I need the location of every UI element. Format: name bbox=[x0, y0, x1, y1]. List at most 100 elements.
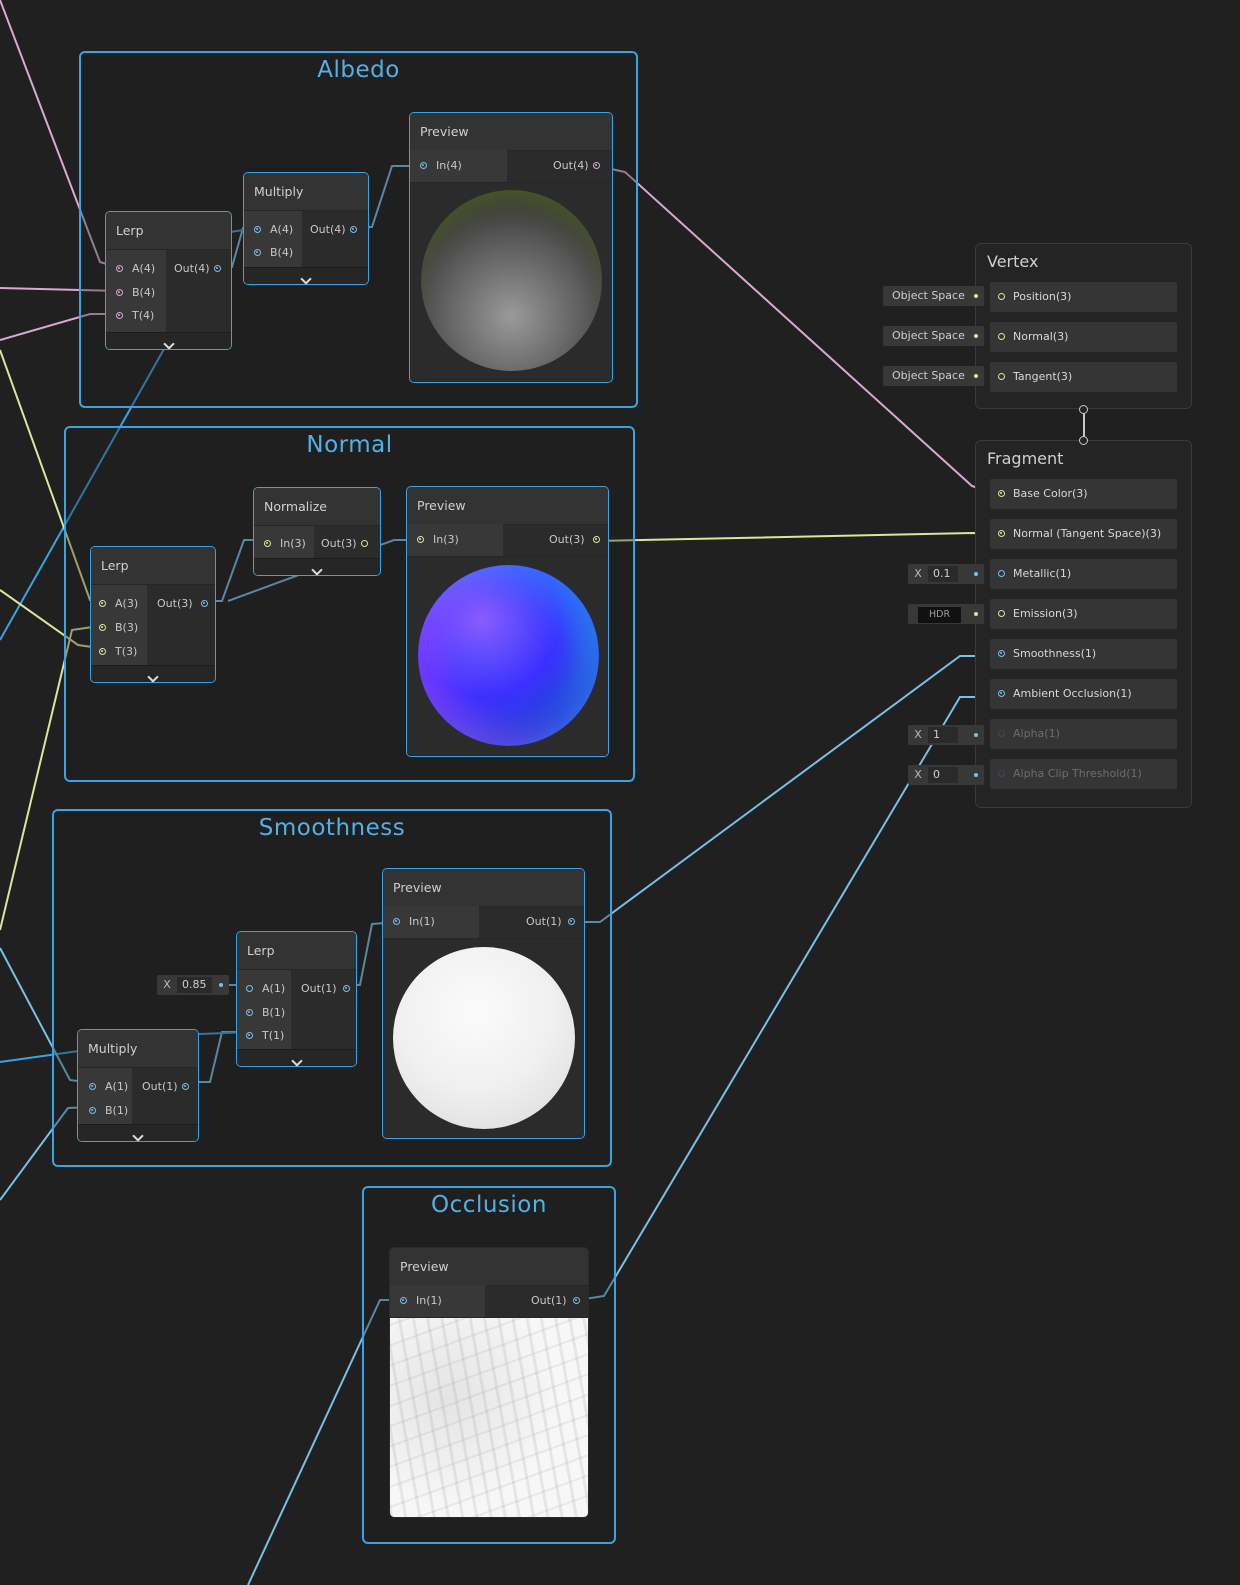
port-a[interactable]: A(3) bbox=[99, 597, 138, 611]
port-out[interactable]: Out(1) bbox=[142, 1080, 189, 1094]
port-in[interactable]: In(4) bbox=[420, 159, 462, 173]
node-title: Multiply bbox=[78, 1030, 198, 1068]
group-title-normal: Normal bbox=[306, 432, 393, 458]
albedo-preview-node[interactable]: Preview In(4) Out(4) bbox=[409, 112, 613, 383]
normal-lerp-node[interactable]: Lerp A(3) B(3) T(3) Out(3) bbox=[90, 546, 216, 683]
port-out[interactable]: Out(4) bbox=[310, 223, 357, 237]
normal-sphere bbox=[418, 565, 599, 746]
smoothness-sphere bbox=[393, 947, 575, 1129]
fragment-slot-alpha[interactable]: Alpha(1) bbox=[990, 719, 1177, 749]
fragment-slot-metallic[interactable]: Metallic(1) bbox=[990, 559, 1177, 589]
fragment-context[interactable]: Fragment Base Color(3) Normal (Tangent S… bbox=[975, 440, 1192, 808]
albedo-multiply-node[interactable]: Multiply A(4) B(4) Out(4) bbox=[243, 172, 369, 285]
port-out[interactable]: Out(4) bbox=[553, 159, 600, 173]
expand-button[interactable] bbox=[237, 1049, 356, 1066]
vertex-slot-position[interactable]: Position(3) bbox=[990, 282, 1177, 312]
port-out[interactable]: Out(3) bbox=[321, 537, 368, 551]
preview-image bbox=[383, 939, 584, 1138]
expand-button[interactable] bbox=[91, 665, 215, 682]
chevron-down-icon bbox=[147, 671, 159, 682]
node-title: Lerp bbox=[237, 932, 356, 970]
node-title: Lerp bbox=[91, 547, 215, 585]
expand-button[interactable] bbox=[78, 1124, 198, 1141]
smoothness-preview-node[interactable]: Preview In(1) Out(1) bbox=[382, 868, 585, 1139]
port-b[interactable]: B(3) bbox=[99, 621, 138, 635]
context-link-top bbox=[1079, 405, 1088, 414]
port-a[interactable]: A(4) bbox=[116, 262, 155, 276]
vertex-slot-tangent[interactable]: Tangent(3) bbox=[990, 362, 1177, 392]
preview-image bbox=[407, 557, 608, 756]
port-out[interactable]: Out(1) bbox=[301, 982, 350, 996]
alpha-value-field[interactable]: X1 bbox=[908, 725, 984, 745]
context-link bbox=[1083, 413, 1085, 437]
normal-preview-node[interactable]: Preview In(3) Out(3) bbox=[406, 486, 609, 757]
smoothness-a-value-field[interactable]: X 0.85 bbox=[157, 975, 229, 995]
node-title: Normalize bbox=[254, 488, 380, 526]
chevron-down-icon bbox=[290, 1055, 303, 1066]
port-in[interactable]: In(3) bbox=[264, 537, 306, 551]
node-title: Multiply bbox=[244, 173, 368, 211]
fragment-slot-ambient-occlusion[interactable]: Ambient Occlusion(1) bbox=[990, 679, 1177, 709]
port-a[interactable]: A(1) bbox=[246, 982, 285, 996]
normal-normalize-node[interactable]: Normalize In(3) Out(3) bbox=[253, 487, 381, 576]
port-b[interactable]: B(4) bbox=[254, 246, 293, 260]
expand-button[interactable] bbox=[106, 332, 231, 349]
wire-normal-preview-out bbox=[595, 531, 995, 542]
wire-occlusion-out bbox=[577, 696, 994, 1301]
preview-image bbox=[410, 183, 612, 382]
normal-space-dropdown[interactable]: Object Space bbox=[883, 326, 984, 346]
node-title: Preview bbox=[410, 113, 612, 151]
fragment-slot-smoothness[interactable]: Smoothness(1) bbox=[990, 639, 1177, 669]
fragment-title: Fragment bbox=[987, 449, 1064, 468]
group-title-occlusion: Occlusion bbox=[431, 1192, 547, 1218]
chevron-down-icon bbox=[132, 1130, 144, 1141]
smoothness-lerp-node[interactable]: Lerp A(1) B(1) T(1) Out(1) bbox=[236, 931, 357, 1067]
port-t[interactable]: T(3) bbox=[99, 645, 137, 659]
node-title: Lerp bbox=[106, 212, 231, 250]
emission-hdr-color-field[interactable]: HDR bbox=[908, 604, 984, 624]
position-space-dropdown[interactable]: Object Space bbox=[883, 286, 984, 306]
port-in[interactable]: In(1) bbox=[393, 915, 435, 929]
context-link-bottom bbox=[1079, 436, 1088, 445]
chevron-down-icon bbox=[300, 273, 312, 284]
port-out[interactable]: Out(4) bbox=[174, 262, 221, 276]
vertex-context[interactable]: Vertex Position(3) Normal(3) Tangent(3) bbox=[975, 243, 1192, 409]
chevron-down-icon bbox=[311, 564, 323, 575]
port-a[interactable]: A(1) bbox=[89, 1080, 128, 1094]
port-t[interactable]: T(1) bbox=[246, 1029, 284, 1043]
node-title: Preview bbox=[407, 487, 608, 525]
port-out[interactable]: Out(1) bbox=[531, 1294, 580, 1308]
port-a[interactable]: A(4) bbox=[254, 223, 293, 237]
port-b[interactable]: B(1) bbox=[246, 1006, 285, 1020]
port-out[interactable]: Out(3) bbox=[549, 533, 600, 547]
preview-image bbox=[390, 1318, 588, 1517]
port-t[interactable]: T(4) bbox=[116, 309, 154, 323]
port-out[interactable]: Out(1) bbox=[526, 915, 575, 929]
smoothness-multiply-node[interactable]: Multiply A(1) B(1) Out(1) bbox=[77, 1029, 199, 1142]
port-b[interactable]: B(1) bbox=[89, 1104, 128, 1118]
node-title: Preview bbox=[390, 1248, 588, 1286]
vertex-title: Vertex bbox=[987, 252, 1039, 271]
metallic-value-field[interactable]: X 0.1 bbox=[908, 564, 984, 584]
albedo-lerp-node[interactable]: Lerp A(4) B(4) T(4) Out(4) bbox=[105, 211, 232, 350]
tangent-space-dropdown[interactable]: Object Space bbox=[883, 366, 984, 386]
port-b[interactable]: B(4) bbox=[116, 286, 155, 300]
fragment-slot-base-color[interactable]: Base Color(3) bbox=[990, 479, 1177, 509]
fragment-slot-alpha-clip[interactable]: Alpha Clip Threshold(1) bbox=[990, 759, 1177, 789]
expand-button[interactable] bbox=[254, 558, 380, 575]
port-out[interactable]: Out(3) bbox=[157, 597, 208, 611]
fragment-slot-emission[interactable]: Emission(3) bbox=[990, 599, 1177, 629]
node-title: Preview bbox=[383, 869, 584, 907]
alpha-clip-value-field[interactable]: X0 bbox=[908, 765, 984, 785]
group-title-smoothness: Smoothness bbox=[258, 815, 406, 841]
port-in[interactable]: In(3) bbox=[417, 533, 459, 547]
occlusion-preview-node[interactable]: Preview In(1) Out(1) bbox=[389, 1247, 589, 1518]
group-title-albedo: Albedo bbox=[317, 57, 400, 83]
expand-button[interactable] bbox=[244, 267, 368, 284]
albedo-sphere bbox=[421, 190, 602, 371]
port-in[interactable]: In(1) bbox=[400, 1294, 442, 1308]
fragment-slot-normal[interactable]: Normal (Tangent Space)(3) bbox=[990, 519, 1177, 549]
wire-smooth-preview-out bbox=[572, 655, 994, 923]
chevron-down-icon bbox=[162, 338, 175, 349]
vertex-slot-normal[interactable]: Normal(3) bbox=[990, 322, 1177, 352]
